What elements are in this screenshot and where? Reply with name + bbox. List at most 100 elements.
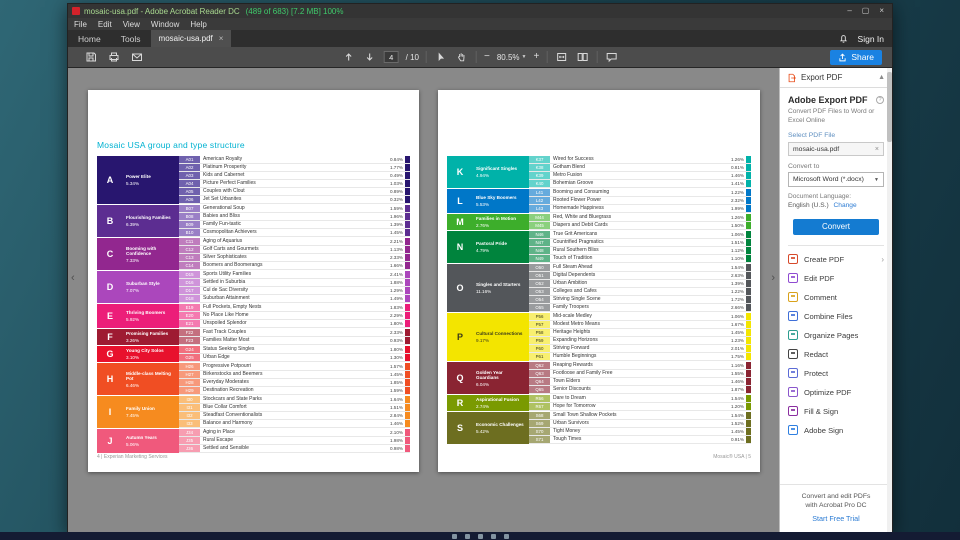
tool-protect[interactable]: Protect [788, 364, 884, 383]
selected-file[interactable]: mosaic-usa.pdf × [788, 142, 884, 157]
type-code: M45 [529, 222, 550, 229]
type-color-strip [746, 156, 751, 163]
sidebar-scrollbar[interactable] [887, 68, 892, 532]
previous-page-arrow[interactable]: ‹ [71, 273, 75, 284]
type-name: Gotham Blend [553, 164, 585, 170]
fit-width-icon[interactable] [554, 50, 568, 64]
type-code: H29 [179, 387, 200, 394]
type-name: Full Steam Ahead [553, 264, 593, 270]
print-icon[interactable] [107, 50, 121, 64]
group-letter: O [447, 264, 473, 312]
help-icon[interactable]: ? [876, 96, 884, 104]
tab-home[interactable]: Home [68, 30, 111, 47]
next-page-arrow[interactable]: › [771, 273, 775, 284]
document-tab-close-icon[interactable]: × [219, 34, 224, 43]
page-footer-left: 4 | Experian Marketing Services [97, 454, 168, 460]
panel-collapse-icon[interactable]: ▲ [878, 74, 885, 81]
group-letter: K [447, 156, 473, 188]
group-percent: 5.34% [126, 180, 140, 186]
group-C: C Booming with Confidence 7.33% C11 Aging of… [97, 238, 410, 270]
tool-edit-pdf[interactable]: Edit PDF [788, 269, 884, 288]
next-page-icon[interactable] [363, 50, 377, 64]
taskbar-icon-app-5[interactable] [503, 533, 509, 539]
start-free-trial-link[interactable]: Start Free Trial [786, 514, 886, 523]
combine-files-icon [788, 311, 798, 322]
group-O: O Singles and Starters 11.16% O50 Full Steam… [447, 264, 751, 312]
type-code: K37 [529, 156, 550, 163]
tool-fill-sign[interactable]: Fill & Sign [788, 402, 884, 421]
zoom-level-dropdown[interactable]: 80.5% ▼ [497, 53, 527, 62]
type-color-strip [405, 404, 410, 411]
type-percent: 1.49% [389, 296, 403, 301]
tool-organize-pages[interactable]: Organize Pages [788, 326, 884, 345]
email-icon[interactable] [130, 50, 144, 64]
type-row: H28 Everyday Moderates 1.85% [179, 379, 410, 387]
sign-in-button[interactable]: Sign In [858, 34, 884, 44]
tool-redact[interactable]: Redact [788, 345, 884, 364]
minimize-button[interactable]: – [847, 4, 851, 18]
menu-window[interactable]: Window [151, 20, 179, 29]
tool-create-pdf[interactable]: Create PDF › [788, 250, 884, 269]
type-name: Birkenstocks and Beemers [203, 371, 263, 377]
taskbar-icon-app-1[interactable] [451, 533, 457, 539]
group-M: M Families in Motion 2.76% M44 Red, White an… [447, 214, 751, 230]
comment-icon[interactable] [604, 50, 618, 64]
tab-document[interactable]: mosaic-usa.pdf × [150, 30, 232, 47]
close-button[interactable]: × [879, 4, 884, 18]
save-icon[interactable] [84, 50, 98, 64]
type-percent: 1.72% [730, 297, 744, 302]
bell-icon[interactable] [837, 32, 851, 46]
document-tab-label: mosaic-usa.pdf [158, 34, 213, 43]
menu-view[interactable]: View [123, 20, 140, 29]
type-row: Q63 Footloose and Family Free 1.55% [529, 370, 751, 378]
select-tool-icon[interactable] [434, 50, 448, 64]
type-percent: 1.39% [389, 222, 403, 227]
hand-tool-icon[interactable] [455, 50, 469, 64]
tool-optimize-pdf[interactable]: Optimize PDF [788, 383, 884, 402]
previous-page-icon[interactable] [342, 50, 356, 64]
type-row: O52 Urban Ambition 1.39% [529, 280, 751, 288]
document-canvas[interactable]: Mosaic USA group and type structure A Pow… [68, 68, 779, 532]
share-button[interactable]: Share [830, 49, 882, 65]
group-letter: C [97, 238, 123, 270]
taskbar-icon-app-4[interactable] [490, 533, 496, 539]
remove-file-icon[interactable]: × [875, 146, 879, 153]
type-code: O51 [529, 272, 550, 279]
maximize-button[interactable]: ▢ [862, 4, 870, 18]
group-A: A Power Elite 5.34% A01 American Royalty 0.84… [97, 156, 410, 204]
taskbar-icon-app-2[interactable] [464, 533, 470, 539]
type-name: Stockcars and State Parks [203, 396, 262, 402]
tool-adobe-sign[interactable]: Adobe Sign [788, 421, 884, 440]
page-number-input[interactable]: 4 [383, 51, 399, 63]
two-page-view-icon[interactable] [575, 50, 589, 64]
type-name: Steadfast Conventionalists [203, 412, 263, 418]
type-name: Unspoiled Splendor [203, 320, 247, 326]
export-pdf-panel-header[interactable]: Export PDF ▲ [780, 68, 892, 88]
language-change-link[interactable]: Change [834, 202, 857, 209]
group-G: G Young City Solos 3.10% G24 Status Seeking … [97, 346, 410, 362]
scrollbar-thumb[interactable] [887, 72, 892, 142]
type-color-strip [746, 386, 751, 393]
zoom-out-icon[interactable]: − [484, 50, 490, 64]
type-code: J34 [179, 429, 200, 436]
group-percent: 7.07% [126, 287, 140, 293]
type-code: H26 [179, 363, 200, 370]
taskbar-icon-app-3[interactable] [477, 533, 483, 539]
type-row: F22 Fast Track Couples 2.33% [179, 329, 410, 337]
menu-edit[interactable]: Edit [98, 20, 112, 29]
type-color-strip [746, 231, 751, 238]
title-bar[interactable]: mosaic-usa.pdf - Adobe Acrobat Reader DC… [68, 4, 892, 18]
tool-combine-files[interactable]: Combine Files [788, 307, 884, 326]
zoom-in-icon[interactable]: + [533, 50, 539, 64]
type-name: Wired for Success [553, 156, 594, 162]
menu-file[interactable]: File [74, 20, 87, 29]
convert-button[interactable]: Convert [793, 218, 879, 235]
tab-tools[interactable]: Tools [111, 30, 151, 47]
type-color-strip [746, 420, 751, 427]
format-dropdown[interactable]: Microsoft Word (*.docx) ▼ [788, 172, 884, 188]
group-percent: 6.46% [126, 382, 140, 388]
menu-help[interactable]: Help [190, 20, 206, 29]
tool-comment[interactable]: Comment [788, 288, 884, 307]
type-row: K40 Bohemian Groove 1.41% [529, 180, 751, 188]
taskbar[interactable] [0, 532, 960, 540]
